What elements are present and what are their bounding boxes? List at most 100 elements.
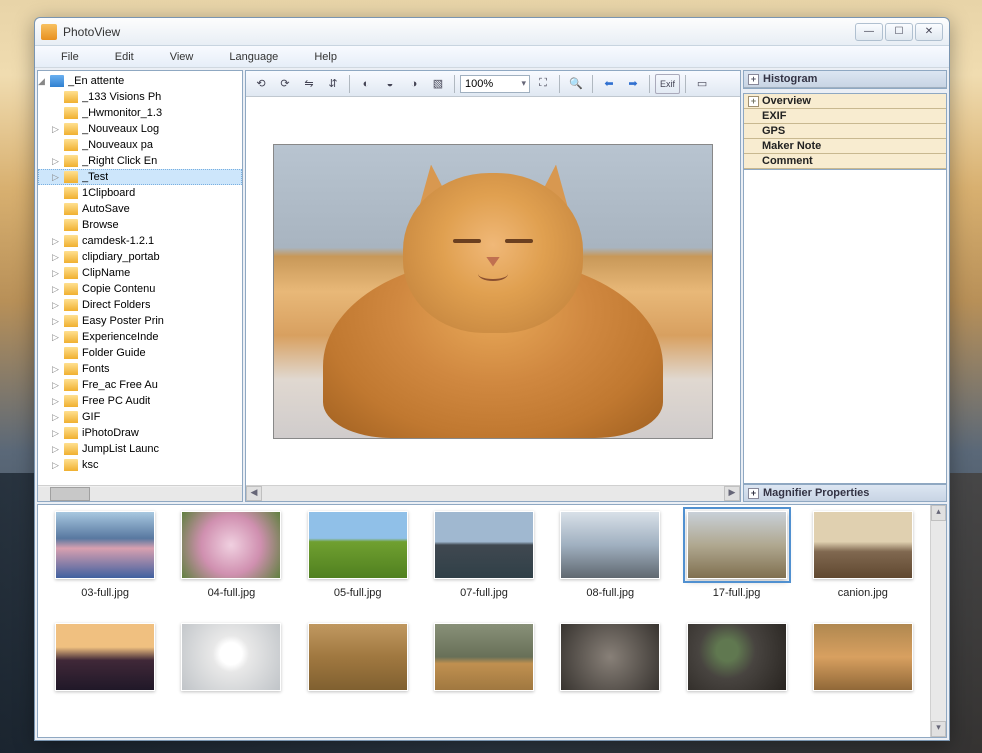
tree-item[interactable]: 1Clipboard (38, 185, 242, 201)
thumbnail[interactable]: 05-full.jpg (297, 511, 419, 619)
overview-row[interactable]: +Overview (744, 94, 946, 109)
tree-item[interactable]: ▷Copie Contenu (38, 281, 242, 297)
exif-row[interactable]: EXIF (744, 109, 946, 124)
maker-note-row[interactable]: Maker Note (744, 139, 946, 154)
menu-language[interactable]: Language (211, 51, 296, 63)
thumbnail[interactable] (675, 623, 797, 731)
tree-item[interactable]: _133 Visions Ph (38, 89, 242, 105)
rotate-right-button[interactable]: ⟳ (274, 74, 296, 94)
expand-icon[interactable]: ▷ (52, 236, 62, 247)
expand-icon[interactable]: ▷ (52, 156, 62, 167)
adjust-button[interactable]: ◑ (403, 74, 425, 94)
zoom-combo[interactable]: 100% (460, 75, 530, 93)
flip-horizontal-button[interactable]: ⇋ (298, 74, 320, 94)
rotate-left-button[interactable]: ⟲ (250, 74, 272, 94)
thumbnail[interactable]: 03-full.jpg (44, 511, 166, 619)
folder-tree[interactable]: ◢ _En attente _133 Visions Ph _Hwmonitor_… (38, 71, 242, 485)
expand-icon[interactable]: ▷ (52, 332, 62, 343)
tree-item[interactable]: ▷ExperienceInde (38, 329, 242, 345)
comment-row[interactable]: Comment (744, 154, 946, 169)
expand-icon[interactable]: ▷ (52, 316, 62, 327)
tree-item[interactable]: ▷Fonts (38, 361, 242, 377)
menu-file[interactable]: File (43, 51, 97, 63)
tree-item[interactable]: _Hwmonitor_1.3 (38, 105, 242, 121)
expand-icon[interactable]: ▷ (52, 300, 62, 311)
tree-item[interactable]: ▷iPhotoDraw (38, 425, 242, 441)
tree-item[interactable]: ▷ClipName (38, 265, 242, 281)
brightness-button[interactable]: ◒ (379, 74, 401, 94)
thumbnail[interactable] (549, 623, 671, 731)
expand-icon[interactable]: ▷ (52, 124, 62, 135)
flip-vertical-button[interactable]: ⇵ (322, 74, 344, 94)
thumb-vscrollbar[interactable]: ▴▾ (930, 505, 946, 737)
expand-icon[interactable]: ▷ (52, 252, 62, 263)
expand-icon[interactable]: ▷ (52, 428, 62, 439)
thumbnail-image (55, 623, 155, 691)
histogram-label: Histogram (763, 73, 817, 85)
menu-edit[interactable]: Edit (97, 51, 152, 63)
thumbnail[interactable]: canion.jpg (802, 511, 924, 619)
magnifier-button[interactable]: 🔍 (565, 74, 587, 94)
tree-item[interactable]: ▷Direct Folders (38, 297, 242, 313)
expand-icon[interactable]: ▷ (52, 172, 62, 183)
thumbnail[interactable]: 07-full.jpg (423, 511, 545, 619)
fullscreen-button[interactable]: ▭ (691, 74, 713, 94)
menu-help[interactable]: Help (296, 51, 355, 63)
expand-icon[interactable]: ▷ (52, 268, 62, 279)
expand-icon[interactable]: + (748, 488, 759, 499)
tree-item[interactable]: Browse (38, 217, 242, 233)
expand-icon[interactable]: ▷ (52, 412, 62, 423)
minimize-button[interactable]: — (855, 23, 883, 41)
histogram-header[interactable]: + Histogram (744, 71, 946, 88)
thumbnail[interactable] (802, 623, 924, 731)
tree-item[interactable]: ▷clipdiary_portab (38, 249, 242, 265)
fit-button[interactable]: ⛶ (532, 74, 554, 94)
tree-item[interactable]: ▷GIF (38, 409, 242, 425)
thumbnail[interactable] (44, 623, 166, 731)
tree-item[interactable]: ▷Easy Poster Prin (38, 313, 242, 329)
folder-icon (64, 91, 78, 103)
close-button[interactable]: ✕ (915, 23, 943, 41)
thumbnail[interactable] (297, 623, 419, 731)
tree-item[interactable]: ▷_Nouveaux Log (38, 121, 242, 137)
titlebar[interactable]: PhotoView — ☐ ✕ (35, 18, 949, 46)
expand-icon[interactable]: ▷ (52, 380, 62, 391)
magnifier-header[interactable]: + Magnifier Properties (743, 484, 947, 502)
tree-item[interactable]: ▷ksc (38, 457, 242, 473)
tree-item[interactable]: ▷JumpList Launc (38, 441, 242, 457)
collapse-icon[interactable]: ◢ (38, 76, 48, 87)
color-button[interactable]: ▧ (427, 74, 449, 94)
expand-icon[interactable]: + (748, 96, 759, 107)
tree-root[interactable]: ◢ _En attente (38, 73, 242, 89)
tree-hscrollbar[interactable] (38, 485, 242, 501)
expand-icon[interactable]: ▷ (52, 396, 62, 407)
thumbnail[interactable]: 08-full.jpg (549, 511, 671, 619)
thumbnail[interactable]: 04-full.jpg (170, 511, 292, 619)
tree-item[interactable]: AutoSave (38, 201, 242, 217)
preview-hscrollbar[interactable]: ◀▶ (246, 485, 740, 501)
tree-item[interactable]: _Nouveaux pa (38, 137, 242, 153)
tree-item[interactable]: ▷_Right Click En (38, 153, 242, 169)
menu-view[interactable]: View (152, 51, 212, 63)
exif-button[interactable]: Exif (655, 74, 680, 94)
tree-item-label: _133 Visions Ph (82, 91, 161, 103)
tree-item[interactable]: Folder Guide (38, 345, 242, 361)
tree-item[interactable]: ▷_Test (38, 169, 242, 185)
tree-item[interactable]: ▷Free PC Audit (38, 393, 242, 409)
expand-icon[interactable]: + (748, 74, 759, 85)
thumbnail[interactable] (423, 623, 545, 731)
expand-icon[interactable]: ▷ (52, 364, 62, 375)
prev-button[interactable]: ⬅ (598, 74, 620, 94)
gps-row[interactable]: GPS (744, 124, 946, 139)
expand-icon[interactable]: ▷ (52, 284, 62, 295)
thumbnail[interactable]: 17-full.jpg (675, 511, 797, 619)
maximize-button[interactable]: ☐ (885, 23, 913, 41)
image-preview[interactable] (246, 97, 740, 485)
next-button[interactable]: ➡ (622, 74, 644, 94)
expand-icon[interactable]: ▷ (52, 444, 62, 455)
thumbnail[interactable] (170, 623, 292, 731)
tree-item[interactable]: ▷Fre_ac Free Au (38, 377, 242, 393)
contrast-button[interactable]: ◐ (355, 74, 377, 94)
tree-item[interactable]: ▷camdesk-1.2.1 (38, 233, 242, 249)
expand-icon[interactable]: ▷ (52, 460, 62, 471)
